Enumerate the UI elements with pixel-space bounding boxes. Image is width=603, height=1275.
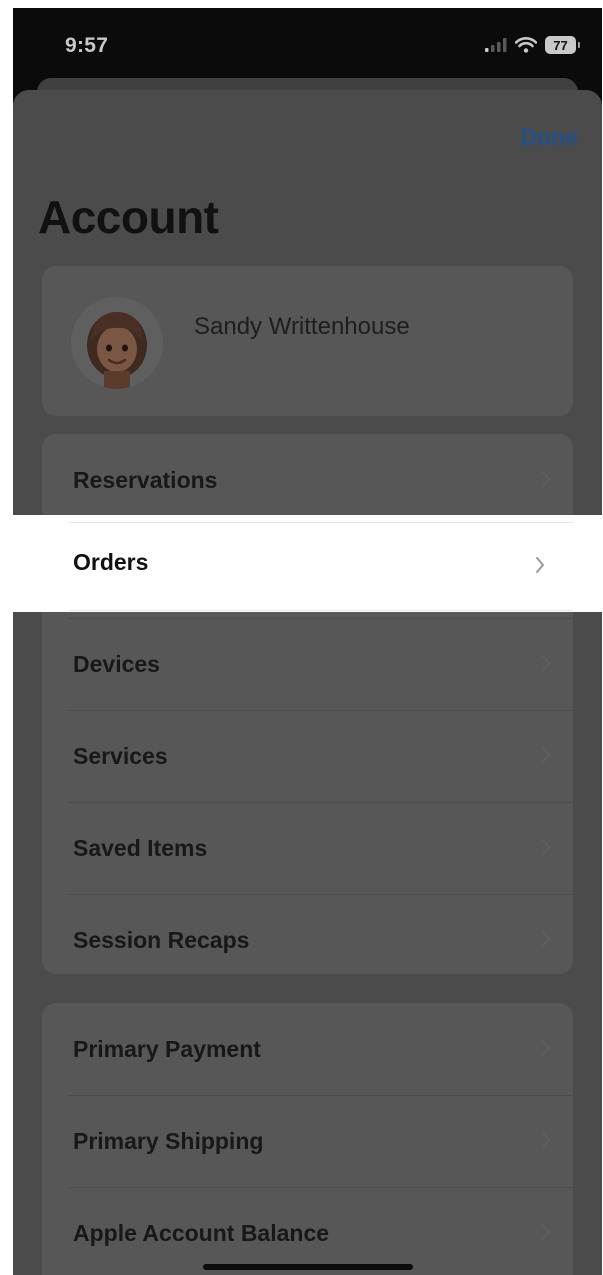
row-services[interactable]: Services: [42, 710, 573, 802]
profile-card[interactable]: Sandy Writtenhouse: [42, 266, 573, 416]
row-session-recaps[interactable]: Session Recaps: [42, 894, 573, 974]
phone-screen: 9:57 77 Done Account Sandy Writtenhouse …: [13, 8, 602, 1275]
chevron-right-icon: [542, 747, 550, 763]
cellular-signal-icon: [485, 38, 507, 52]
divider: [69, 610, 573, 611]
status-icons: 77: [485, 34, 580, 56]
row-devices[interactable]: Devices: [42, 618, 573, 710]
row-label: Saved Items: [73, 834, 208, 861]
row-apple-account-balance[interactable]: Apple Account Balance: [42, 1187, 573, 1275]
wifi-icon: [515, 37, 537, 53]
row-label: Primary Shipping: [73, 1127, 264, 1154]
status-time: 9:57: [65, 34, 109, 57]
row-label: Reservations: [73, 466, 218, 493]
account-sheet: Done Account Sandy Writtenhouse Reservat…: [13, 90, 602, 1275]
memoji-avatar-icon: [87, 312, 147, 389]
row-saved-items[interactable]: Saved Items: [42, 802, 573, 894]
row-primary-payment[interactable]: Primary Payment: [42, 1003, 573, 1095]
chevron-right-icon: [542, 1040, 550, 1056]
row-label: Session Recaps: [73, 926, 250, 953]
divider: [69, 522, 573, 523]
done-button[interactable]: Done: [521, 124, 579, 151]
chevron-right-icon: [542, 931, 550, 947]
row-label: Services: [73, 742, 168, 769]
battery-icon: 77: [545, 36, 580, 54]
home-indicator[interactable]: [203, 1264, 413, 1270]
row-label: Orders: [73, 549, 149, 575]
row-label: Devices: [73, 650, 160, 677]
avatar: [71, 297, 163, 389]
payment-items-group: Primary Payment Primary Shipping Apple A…: [42, 1003, 573, 1275]
chevron-right-icon: [536, 557, 544, 573]
row-primary-shipping[interactable]: Primary Shipping: [42, 1095, 573, 1187]
page-title: Account: [38, 191, 219, 243]
chevron-right-icon: [542, 839, 550, 855]
row-label: Apple Account Balance: [73, 1219, 330, 1246]
profile-name: Sandy Writtenhouse: [194, 313, 410, 340]
status-bar: 9:57 77: [13, 8, 602, 78]
chevron-right-icon: [542, 655, 550, 671]
chevron-right-icon: [542, 1224, 550, 1240]
chevron-right-icon: [542, 471, 550, 487]
row-label: Primary Payment: [73, 1035, 261, 1062]
row-reservations[interactable]: Reservations: [42, 434, 573, 526]
battery-level: 77: [553, 37, 568, 53]
chevron-right-icon: [542, 1132, 550, 1148]
row-orders-highlighted[interactable]: Orders: [13, 515, 602, 612]
